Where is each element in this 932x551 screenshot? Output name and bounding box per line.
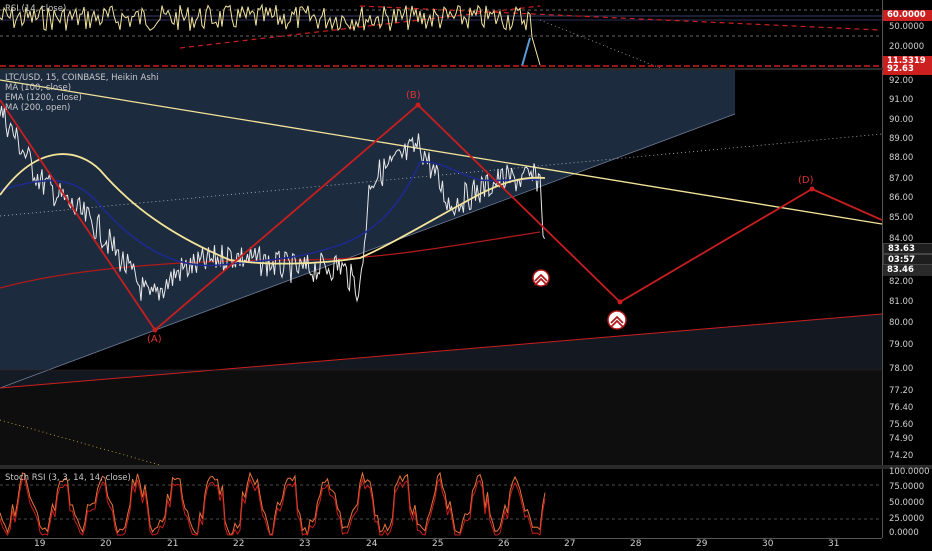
last-price-tag: 83.63: [883, 243, 932, 254]
price-tick: 80.00: [889, 318, 914, 328]
rsi-title: RSI (14, close): [5, 4, 67, 14]
rsi-tick: 20.0000: [889, 42, 925, 52]
rsi-upper-tag: 60.0000: [883, 10, 932, 21]
price-tick: 90.00: [889, 115, 914, 125]
stoch-rsi-pane[interactable]: Stoch RSI (3, 3, 14, 14, close): [0, 469, 882, 538]
time-tick: 25: [432, 539, 444, 549]
price-tick: 78.00: [889, 364, 914, 374]
stoch-rsi-axis[interactable]: 100.0000 75.0000 50.0000 25.0000 0.0000: [882, 467, 932, 538]
wave-label-b: (B): [406, 90, 421, 101]
sell-signal-icon: [607, 310, 627, 330]
price-tick: 82.00: [889, 277, 914, 287]
time-tick: 23: [299, 539, 311, 549]
indicator-label[interactable]: MA (100, close): [5, 83, 159, 93]
wave-label-a: (A): [147, 334, 162, 345]
price-tick: 74.90: [889, 434, 914, 444]
rsi-price-axis[interactable]: 60.0000 50.0000 20.0000 11.5319: [882, 0, 932, 68]
wave-label-d: (D): [798, 175, 814, 186]
price-tick: 86.00: [889, 193, 914, 203]
stoch-tick: 0.0000: [889, 528, 919, 538]
price-tick: 77.20: [889, 386, 914, 396]
price-tick: 85.00: [889, 213, 914, 223]
time-tick: 19: [34, 539, 46, 549]
price-chart: [0, 70, 882, 465]
price-tick: 75.60: [889, 420, 914, 430]
stoch-rsi-title: Stoch RSI (3, 3, 14, 14, close): [5, 473, 131, 483]
time-tick: 21: [167, 539, 179, 549]
price-top-tag: 92.63: [883, 64, 932, 75]
price-tick: 76.40: [889, 403, 914, 413]
rsi-tick: 50.0000: [889, 22, 925, 32]
stoch-tick: 75.0000: [889, 482, 925, 492]
price-tick: 74.20: [889, 451, 914, 461]
rsi-chart: [0, 3, 882, 68]
time-tick: 22: [233, 539, 245, 549]
stoch-tick: 50.0000: [889, 498, 925, 508]
price-tick: 81.00: [889, 297, 914, 307]
price-tick: 92.00: [889, 76, 914, 86]
time-tick: 28: [630, 539, 642, 549]
indicator-label[interactable]: EMA (1200, close): [5, 93, 159, 103]
time-tick: 30: [762, 539, 774, 549]
price-tick: 91.00: [889, 95, 914, 105]
price-tick: 79.00: [889, 340, 914, 350]
level-tag: 83.46: [883, 265, 932, 276]
price-tick: 87.00: [889, 174, 914, 184]
sell-signal-icon: [532, 269, 550, 287]
price-axis[interactable]: 92.63 92.00 91.00 90.00 89.00 88.00 87.0…: [882, 64, 932, 465]
chart-legend: LTC/USD, 15, COINBASE, Heikin Ashi MA (1…: [5, 73, 159, 113]
stoch-tick: 25.0000: [889, 514, 925, 524]
time-tick: 27: [564, 539, 576, 549]
time-tick: 20: [100, 539, 112, 549]
countdown-tag: 03:57: [883, 254, 932, 265]
symbol-label[interactable]: LTC/USD, 15, COINBASE, Heikin Ashi: [5, 73, 159, 83]
price-chart-pane[interactable]: LTC/USD, 15, COINBASE, Heikin Ashi MA (1…: [0, 70, 882, 465]
time-tick: 29: [696, 539, 708, 549]
time-tick: 24: [366, 539, 378, 549]
indicator-label[interactable]: MA (200, open): [5, 103, 159, 113]
time-tick: 31: [828, 539, 840, 549]
time-axis[interactable]: 19 20 21 22 23 24 25 26 27 28 29 30 31: [0, 538, 882, 551]
stoch-rsi-chart: [0, 471, 882, 536]
price-tick: 88.00: [889, 153, 914, 163]
price-tick: 89.00: [889, 134, 914, 144]
stoch-tick: 100.0000: [889, 467, 930, 477]
rsi-pane[interactable]: RSI (14, close): [0, 0, 882, 68]
time-tick: 26: [498, 539, 510, 549]
